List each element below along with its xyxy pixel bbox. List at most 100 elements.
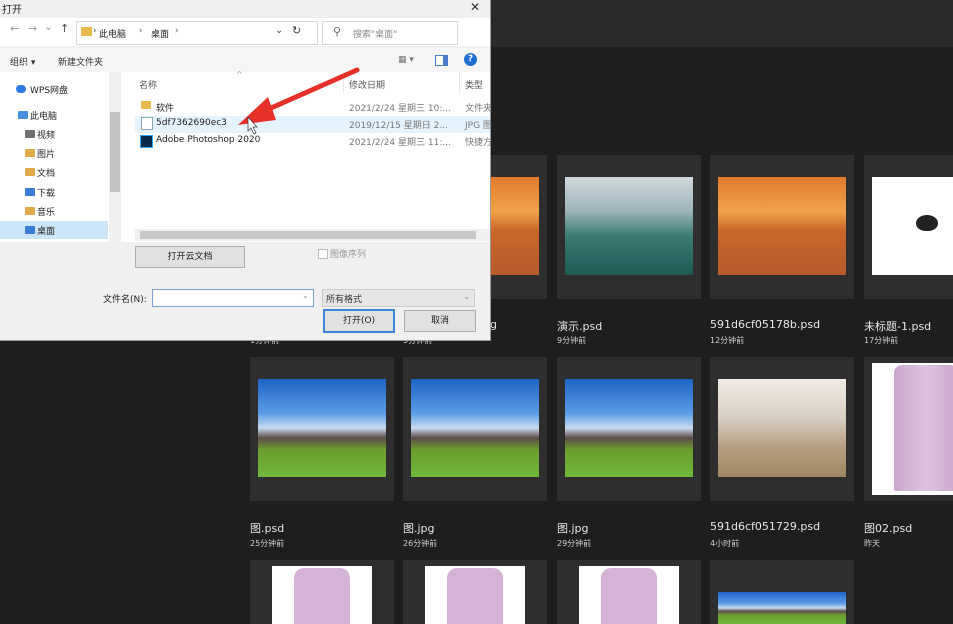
breadcrumb-this-pc[interactable]: 此电脑 [99, 27, 126, 40]
nav-item-videos[interactable]: 视频 [37, 128, 55, 141]
recent-file-time-8: 昨天 [864, 539, 880, 548]
column-header-type[interactable]: 类型 [465, 78, 483, 91]
help-icon[interactable]: ? [464, 53, 477, 66]
recent-file-tile-row3-b[interactable] [403, 560, 547, 624]
up-arrow-icon[interactable]: ↑ [60, 22, 69, 35]
camera-lens-graphic [916, 215, 938, 231]
recent-file-time-1: 9分钟前 [557, 336, 587, 345]
search-icon: ⚲ [333, 25, 342, 38]
recent-locations-icon[interactable]: ⌄ [44, 20, 53, 33]
recent-file-name-8[interactable]: 图02.psd [864, 520, 912, 536]
recent-file-name-5[interactable]: 图.jpg [403, 520, 435, 536]
organize-menu[interactable]: 组织 ▾ [10, 55, 35, 68]
new-folder-button[interactable]: 新建文件夹 [58, 55, 103, 68]
shirt-graphic [447, 568, 503, 624]
recent-file-time-2: 12分钟前 [710, 336, 745, 345]
file-name[interactable]: 软件 [156, 101, 174, 114]
close-icon[interactable]: ✕ [470, 0, 480, 14]
cancel-button[interactable]: 取消 [404, 310, 476, 332]
filename-label: 文件名(N): [103, 295, 147, 305]
recent-file-thumbnail [425, 566, 525, 624]
recent-file-tile-7[interactable] [710, 357, 854, 501]
file-date: 2021/2/24 星期三 11:... [349, 138, 451, 148]
recent-file-thumbnail [872, 177, 953, 275]
picture-icon [25, 149, 35, 157]
recent-file-tile-4[interactable] [250, 357, 394, 501]
nav-item-pictures[interactable]: 图片 [37, 147, 55, 160]
nav-item-downloads[interactable]: 下载 [37, 186, 55, 199]
shirt-graphic [894, 365, 953, 491]
file-name[interactable]: 5df7362690ec3 [156, 118, 227, 128]
recent-file-name-6[interactable]: 图.jpg [557, 520, 589, 536]
breadcrumb-separator: › [139, 26, 143, 36]
recent-file-thumbnail [565, 177, 693, 275]
chevron-down-icon: ⌄ [463, 292, 470, 301]
address-bar[interactable]: › 此电脑 › 桌面 › ⌄ [76, 21, 318, 45]
download-icon [25, 188, 35, 196]
nav-item-this-pc[interactable]: 此电脑 [30, 109, 57, 122]
recent-file-name-0[interactable]: g [490, 318, 497, 331]
shirt-graphic [294, 568, 350, 624]
forward-arrow-icon[interactable]: → [28, 22, 37, 35]
breadcrumb-separator: › [175, 26, 179, 36]
back-arrow-icon[interactable]: ← [10, 22, 19, 35]
recent-file-thumbnail [718, 177, 846, 275]
recent-file-time-7: 4小时前 [710, 539, 740, 548]
recent-file-name-7[interactable]: 591d6cf051729.psd [710, 520, 820, 533]
recent-file-name-1[interactable]: 演示.psd [557, 318, 602, 334]
file-type-filter-select[interactable]: 所有格式 ⌄ [322, 289, 475, 307]
dialog-title: 打开 [2, 5, 22, 16]
recent-file-tile-row3-d[interactable] [710, 560, 854, 624]
chevron-down-icon[interactable]: ⌄ [302, 291, 309, 300]
nav-item-documents[interactable]: 文档 [37, 166, 55, 179]
nav-item-music[interactable]: 音乐 [37, 205, 55, 218]
file-name[interactable]: Adobe Photoshop 2020 [156, 135, 260, 145]
video-icon [25, 130, 35, 138]
recent-file-tile-6[interactable] [557, 357, 701, 501]
column-header-date[interactable]: 修改日期 [349, 78, 385, 91]
recent-file-name-3[interactable]: 未标题-1.psd [864, 318, 931, 334]
photoshop-shortcut-icon [140, 135, 153, 148]
desktop-icon [25, 226, 35, 234]
breadcrumb-desktop[interactable]: 桌面 [151, 27, 169, 40]
preview-pane-icon[interactable] [435, 55, 448, 66]
recent-file-thumbnail [565, 379, 693, 477]
recent-file-name-2[interactable]: 591d6cf05178b.psd [710, 318, 820, 331]
refresh-icon[interactable]: ↻ [292, 24, 301, 37]
sort-indicator-icon: ^ [236, 70, 243, 79]
chevron-down-icon[interactable]: ⌄ [275, 25, 283, 36]
breadcrumb-separator: › [93, 26, 97, 36]
music-icon [25, 207, 35, 215]
file-type: 快捷方 [465, 138, 493, 148]
recent-file-tile-1[interactable] [557, 155, 701, 299]
recent-file-time-4: 25分钟前 [250, 539, 285, 548]
recent-file-tile-row3-c[interactable] [557, 560, 701, 624]
recent-file-tile-3[interactable] [864, 155, 953, 299]
column-divider[interactable] [343, 72, 344, 92]
open-cloud-document-button[interactable]: 打开云文档 [135, 246, 245, 268]
shirt-graphic [601, 568, 657, 624]
recent-file-tile-5[interactable] [403, 357, 547, 501]
file-date: 2021/2/24 星期三 10:... [349, 104, 451, 114]
recent-file-time-3: 17分钟前 [864, 336, 899, 345]
view-options-icon[interactable]: ▦ ▾ [398, 55, 414, 65]
file-type: 文件夹 [465, 104, 493, 114]
computer-icon [18, 111, 28, 119]
horizontal-scrollbar-thumb[interactable] [140, 231, 476, 239]
column-divider[interactable] [459, 72, 460, 92]
nav-item-desktop[interactable]: 桌面 [37, 224, 55, 237]
recent-file-tile-8[interactable] [864, 357, 953, 501]
image-sequence-checkbox[interactable] [318, 249, 328, 259]
recent-file-thumbnail [718, 379, 846, 477]
recent-file-thumbnail [579, 566, 679, 624]
filename-input[interactable] [152, 289, 314, 307]
nav-item-wps-cloud[interactable]: WPS网盘 [30, 83, 68, 96]
search-input[interactable]: ⚲ 搜索"桌面" [322, 21, 458, 45]
recent-file-tile-row3-a[interactable] [250, 560, 394, 624]
nav-scrollbar-thumb[interactable] [110, 112, 120, 192]
recent-file-name-4[interactable]: 图.psd [250, 520, 284, 536]
file-list [121, 72, 490, 242]
open-button[interactable]: 打开(O) [323, 309, 395, 333]
column-header-name[interactable]: 名称 [139, 78, 157, 91]
recent-file-tile-2[interactable] [710, 155, 854, 299]
